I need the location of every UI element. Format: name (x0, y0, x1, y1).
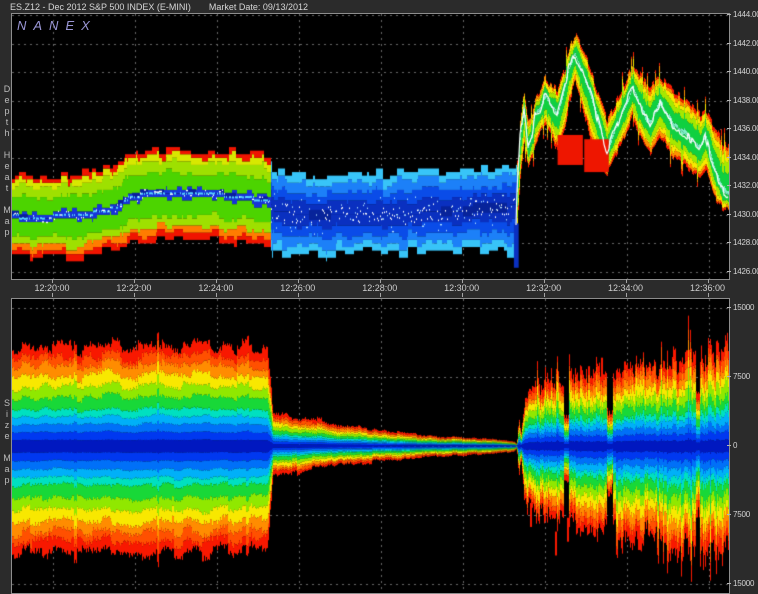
y-axis-tick-mark (727, 100, 731, 101)
y-axis-tick-label: 7500 (733, 510, 750, 519)
nanex-logo: NANEX (17, 18, 97, 33)
y-axis-tick-mark (727, 14, 731, 15)
x-axis-tick-mark (462, 293, 463, 297)
depth-heat-map-panel: NANEX (11, 13, 730, 280)
y-axis-tick-mark (727, 128, 731, 129)
y-axis-tick-mark (727, 157, 731, 158)
x-axis-tick-mark (544, 279, 545, 283)
y-axis-tick-mark (727, 445, 731, 446)
y-axis-tick-mark (727, 307, 731, 308)
depth-panel-side-label: Depth Heat Map (1, 84, 11, 238)
y-axis-tick-label: 1432.00 (733, 181, 758, 190)
x-axis-tick-mark (544, 293, 545, 297)
x-axis-tick-label: 12:22:00 (102, 283, 166, 293)
size-panel-side-label: Size Map (1, 398, 11, 486)
size-map-canvas (12, 299, 729, 593)
y-axis-tick-label: 1434.00 (733, 153, 758, 162)
y-axis-tick-label: 1426.00 (733, 267, 758, 276)
y-axis-tick-label: 7500 (733, 372, 750, 381)
y-axis-tick-label: 1438.00 (733, 96, 758, 105)
x-axis-tick-label: 12:24:00 (184, 283, 248, 293)
y-axis-tick-label: 15000 (733, 303, 754, 312)
y-axis-tick-mark (727, 71, 731, 72)
x-axis-tick-mark (52, 293, 53, 297)
x-axis-tick-label: 12:32:00 (512, 283, 576, 293)
x-axis-tick-mark (708, 293, 709, 297)
x-axis-tick-mark (134, 279, 135, 283)
y-axis-tick-mark (727, 214, 731, 215)
x-axis-tick-mark (134, 293, 135, 297)
y-axis-tick-label: 1442.00 (733, 39, 758, 48)
y-axis-tick-label: 1428.00 (733, 238, 758, 247)
y-axis-tick-label: 0 (733, 441, 737, 450)
x-axis-tick-label: 12:28:00 (348, 283, 412, 293)
y-axis-tick-mark (727, 583, 731, 584)
y-axis-tick-mark (727, 242, 731, 243)
y-axis-tick-mark (727, 376, 731, 377)
y-axis-tick-mark (727, 514, 731, 515)
x-axis-tick-mark (626, 293, 627, 297)
x-axis-tick-mark (298, 279, 299, 283)
nanex-depth-window: ES.Z12 - Dec 2012 S&P 500 INDEX (E-MINI)… (0, 0, 758, 594)
x-axis-tick-label: 12:26:00 (266, 283, 330, 293)
x-axis-tick-mark (626, 279, 627, 283)
y-axis-tick-label: 15000 (733, 579, 754, 588)
x-axis-tick-mark (380, 293, 381, 297)
y-axis-tick-label: 1440.00 (733, 67, 758, 76)
title-bar: ES.Z12 - Dec 2012 S&P 500 INDEX (E-MINI)… (0, 0, 758, 14)
y-axis-tick-label: 1436.00 (733, 124, 758, 133)
x-axis-tick-mark (708, 279, 709, 283)
y-axis-tick-mark (727, 43, 731, 44)
y-axis-tick-label: 1430.00 (733, 210, 758, 219)
depth-heatmap-canvas (12, 14, 729, 279)
x-axis-tick-mark (52, 279, 53, 283)
x-axis-tick-label: 12:20:00 (20, 283, 84, 293)
x-axis-tick-label: 12:34:00 (594, 283, 658, 293)
y-axis-tick-label: 1444.00 (733, 10, 758, 19)
x-axis-tick-label: 12:30:00 (430, 283, 494, 293)
size-map-panel (11, 298, 730, 594)
x-axis-tick-mark (380, 279, 381, 283)
y-axis-tick-mark (727, 271, 731, 272)
x-axis-tick-label: 12:36:00 (676, 283, 740, 293)
y-axis-tick-mark (727, 185, 731, 186)
x-axis-tick-mark (298, 293, 299, 297)
x-axis-tick-mark (462, 279, 463, 283)
x-axis-tick-mark (216, 293, 217, 297)
x-axis-tick-mark (216, 279, 217, 283)
